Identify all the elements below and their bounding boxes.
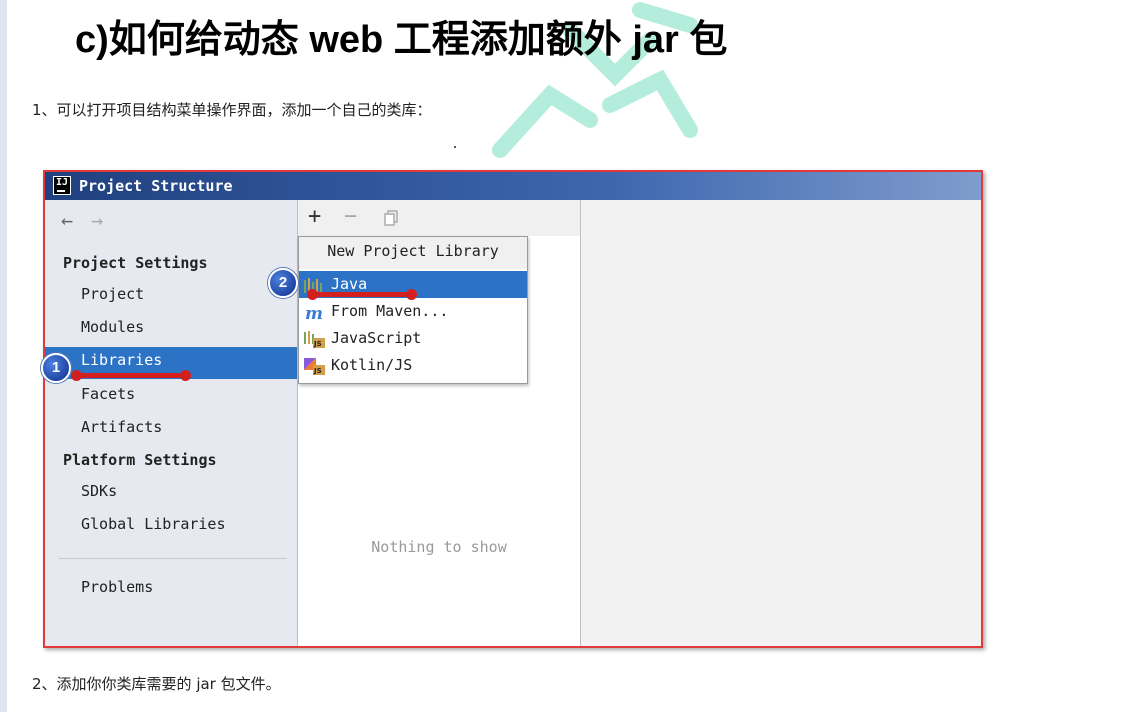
copy-icon[interactable] <box>384 210 398 226</box>
dialog-titlebar: IJ Project Structure <box>45 172 981 200</box>
sidebar-item-sdks[interactable]: SDKs <box>81 482 117 500</box>
sidebar-item-facets[interactable]: Facets <box>81 385 135 403</box>
maven-icon: m <box>305 304 323 321</box>
annotation-badge-1: 1 <box>41 353 71 383</box>
kotlin-js-icon: JS <box>304 358 325 375</box>
step-1-text: 1、可以打开项目结构菜单操作界面，添加一个自己的类库： <box>32 101 432 119</box>
project-structure-screenshot: IJ Project Structure ← → Project Settings… <box>41 170 983 648</box>
app-icon-text: IJ <box>55 177 69 188</box>
nav-arrows: ← → <box>61 208 121 232</box>
sidebar-item-artifacts[interactable]: Artifacts <box>81 418 162 436</box>
page-heading: c)如何给动态 web 工程添加额外 jar 包 <box>75 19 728 61</box>
intellij-app-icon: IJ <box>53 176 71 195</box>
svg-text:m: m <box>305 304 323 321</box>
popup-item-from-maven[interactable]: m From Maven... <box>299 298 527 325</box>
details-panel <box>581 200 981 646</box>
empty-state-text: Nothing to show <box>371 538 507 556</box>
sidebar-item-problems[interactable]: Problems <box>81 578 153 596</box>
stray-dot <box>454 146 456 148</box>
forward-arrow-icon[interactable]: → <box>91 208 103 232</box>
svg-text:JS: JS <box>313 367 322 375</box>
add-library-button[interactable]: + <box>308 204 321 229</box>
annotation-badge-2: 2 <box>268 268 298 298</box>
sidebar-item-project[interactable]: Project <box>81 285 144 303</box>
popup-header: New Project Library <box>299 237 527 269</box>
javascript-library-icon: JS <box>304 331 325 348</box>
popup-item-label: JavaScript <box>331 329 422 347</box>
dialog-title: Project Structure <box>79 177 233 195</box>
sidebar: ← → Project Settings Project Modules Libr… <box>45 200 298 646</box>
new-project-library-popup: New Project Library Java m From Maven... <box>298 236 528 384</box>
sidebar-item-modules[interactable]: Modules <box>81 318 144 336</box>
step-2-text: 2、添加你你类库需要的 jar 包文件。 <box>32 675 281 693</box>
popup-item-label: From Maven... <box>331 302 449 320</box>
sidebar-item-libraries[interactable]: Libraries <box>81 351 162 369</box>
svg-text:JS: JS <box>313 340 322 348</box>
project-settings-header: Project Settings <box>63 254 208 272</box>
libraries-toolbar: + − <box>298 200 580 236</box>
page-left-border <box>0 0 7 712</box>
annotation-underline-java <box>307 289 417 300</box>
annotation-underline-libraries <box>71 370 191 381</box>
popup-item-label: Kotlin/JS <box>331 356 413 374</box>
popup-item-javascript[interactable]: JS JavaScript <box>299 325 527 352</box>
platform-settings-header: Platform Settings <box>63 451 217 469</box>
sidebar-divider <box>59 558 287 559</box>
popup-item-kotlin-js[interactable]: JS Kotlin/JS <box>299 352 527 379</box>
remove-library-button[interactable]: − <box>344 204 357 229</box>
back-arrow-icon[interactable]: ← <box>61 208 73 232</box>
sidebar-item-global-libraries[interactable]: Global Libraries <box>81 515 226 533</box>
